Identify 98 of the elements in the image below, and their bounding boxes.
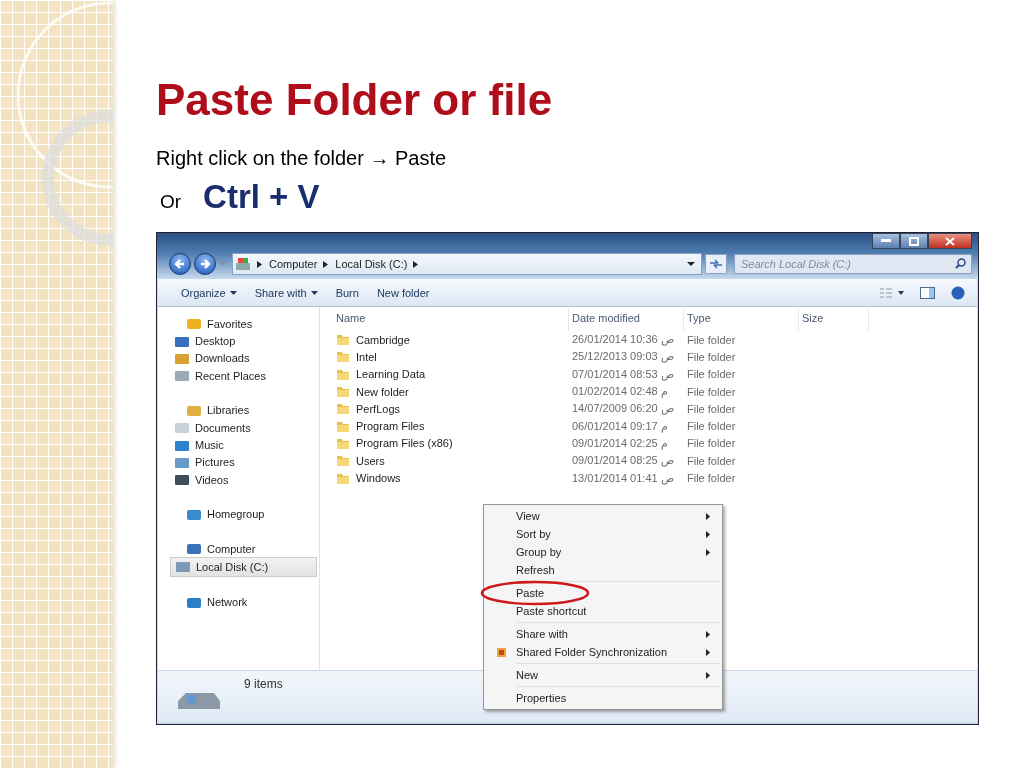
caret-icon	[310, 290, 318, 295]
date-modified: 07/01/2014 08:53 ص	[571, 367, 675, 381]
toolbar-button[interactable]: Organize	[176, 284, 242, 301]
caret-icon	[229, 290, 237, 295]
address-bar[interactable]: Computer Local Disk (C:)	[232, 253, 702, 275]
minimize-button[interactable]	[872, 233, 900, 249]
nav-item[interactable]: Favorites	[160, 315, 317, 333]
file-type: File folder	[686, 368, 737, 381]
back-button[interactable]	[169, 253, 191, 275]
date-modified: 14/07/2009 06:20 ص	[571, 402, 675, 416]
nav-item[interactable]: Documents	[170, 418, 317, 437]
column-header[interactable]: Date modified	[569, 309, 684, 331]
date-modified: 01/02/2014 02:48 م	[571, 385, 669, 399]
file-name[interactable]: New folder	[320, 385, 569, 399]
forward-button[interactable]	[194, 253, 216, 275]
nav-item[interactable]: Music	[170, 436, 317, 454]
folder-icon	[336, 350, 350, 364]
menu-item[interactable]: Paste	[486, 584, 720, 602]
menu-item[interactable]: View	[486, 507, 720, 525]
menu-item[interactable]: Paste shortcut	[486, 602, 720, 620]
close-button[interactable]	[928, 233, 972, 249]
minimize-icon	[881, 239, 891, 243]
list-view-icon	[880, 287, 904, 298]
folder-icon	[336, 402, 350, 416]
chevron-icon	[413, 260, 420, 268]
date-modified: 09/01/2014 02:25 م	[571, 436, 669, 450]
file-type: File folder	[686, 385, 737, 398]
folder-icon	[336, 367, 350, 381]
breadcrumb-item[interactable]: Local Disk (C:)	[335, 258, 408, 270]
search-field[interactable]: Search Local Disk (C:)	[734, 254, 972, 274]
file-type: File folder	[686, 454, 737, 467]
file-type: File folder	[686, 333, 737, 346]
refresh-icon	[709, 259, 723, 269]
column-header[interactable]: Name	[320, 309, 569, 331]
file-type: File folder	[686, 402, 737, 415]
nav-item[interactable]: Videos	[170, 471, 317, 489]
file-type: File folder	[686, 350, 737, 363]
nav-item[interactable]: Local Disk (C:)	[170, 557, 317, 577]
toolbar-button[interactable]: New folder	[371, 284, 435, 301]
refresh-button[interactable]	[705, 254, 727, 274]
breadcrumb-item[interactable]: Computer	[269, 258, 318, 270]
date-modified: 13/01/2014 01:41 ص	[571, 471, 675, 485]
drive-icon	[235, 257, 251, 271]
folder-icon	[336, 333, 350, 347]
close-icon	[945, 236, 955, 246]
menu-item[interactable]: Group by	[486, 543, 720, 561]
folder-icon	[336, 471, 350, 485]
file-name[interactable]: Windows	[320, 471, 569, 485]
menu-item[interactable]: Properties	[486, 689, 720, 707]
maximize-button[interactable]	[900, 233, 928, 249]
date-modified: 09/01/2014 08:25 ص	[571, 454, 675, 468]
maximize-icon	[909, 236, 919, 246]
menu-item[interactable]: Sort by	[486, 525, 720, 543]
date-modified: 26/01/2014 10:36 ص	[571, 333, 675, 347]
date-modified: 25/12/2013 09:03 ص	[571, 350, 675, 364]
nav-item[interactable]: Pictures	[170, 453, 317, 472]
file-name[interactable]: Cambridge	[320, 333, 569, 347]
file-name[interactable]: Program Files (x86)	[320, 436, 569, 450]
file-name[interactable]: Learning Data	[320, 367, 569, 381]
file-type: File folder	[686, 472, 737, 484]
file-name[interactable]: Program Files	[320, 419, 569, 433]
nav-item[interactable]: Desktop	[170, 332, 317, 350]
or-text: Or	[160, 191, 182, 213]
chevron-icon	[323, 260, 330, 268]
menu-item[interactable]: Share with	[486, 625, 720, 643]
nav-item[interactable]: Computer	[160, 539, 317, 558]
menu-item[interactable]: Refresh	[486, 561, 720, 579]
file-name[interactable]: PerfLogs	[320, 402, 569, 416]
item-count: 9 items	[244, 677, 283, 691]
folder-icon	[336, 419, 350, 433]
nav-item[interactable]: Network	[160, 593, 317, 612]
nav-item[interactable]: Downloads	[170, 349, 317, 368]
file-type: File folder	[686, 437, 737, 450]
file-type: File folder	[686, 420, 737, 433]
date-modified: 06/01/2014 09:17 م	[571, 419, 669, 433]
keyboard-shortcut: Ctrl + V	[203, 178, 320, 216]
folder-icon	[336, 385, 350, 399]
folder-icon	[336, 436, 350, 450]
nav-item[interactable]: Libraries	[160, 401, 317, 419]
chevron-icon	[257, 260, 263, 268]
search-icon	[955, 258, 966, 269]
menu-item[interactable]: New	[486, 666, 720, 684]
column-header[interactable]: Size	[799, 309, 869, 331]
instruction-text: Right click on the folder → Paste	[156, 146, 447, 170]
folder-icon	[336, 454, 350, 468]
nav-item[interactable]: Recent Places	[170, 367, 317, 385]
toolbar-button[interactable]: Share with	[249, 284, 323, 301]
menu-item[interactable]: Shared Folder Synchronization	[486, 643, 720, 661]
toolbar-button[interactable]: Burn	[330, 284, 364, 301]
right-arrow-icon	[199, 258, 211, 270]
left-arrow-icon	[174, 258, 186, 270]
column-header[interactable]: Type	[684, 309, 799, 331]
preview-pane-icon	[920, 286, 935, 299]
slide-title: Paste Folder or file	[156, 74, 554, 126]
nav-item[interactable]: Homegroup	[160, 505, 317, 523]
file-name[interactable]: Users	[320, 454, 569, 468]
file-name[interactable]: Intel	[320, 350, 569, 364]
dropdown-icon[interactable]	[687, 261, 695, 267]
